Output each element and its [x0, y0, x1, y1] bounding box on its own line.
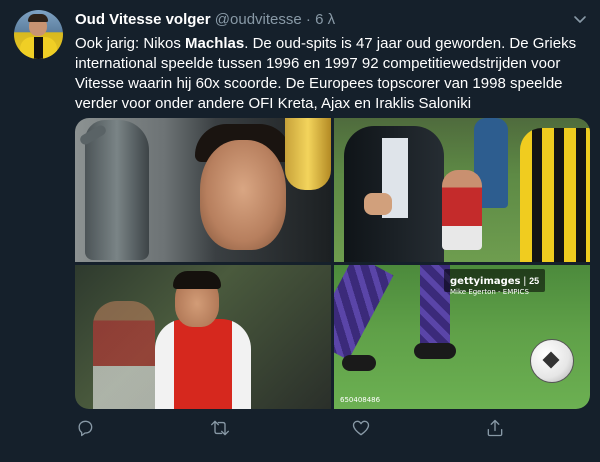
retweet-icon[interactable] — [209, 418, 231, 440]
tweet-text: Ook jarig: Nikos Machlas. De oud-spits i… — [75, 34, 590, 114]
watermark-logo: gettyimages — [450, 276, 521, 287]
reply-icon[interactable] — [75, 418, 97, 440]
user-handle[interactable]: @oudvitesse — [215, 11, 302, 28]
football — [530, 339, 574, 383]
display-name[interactable]: Oud Vitesse volger — [75, 11, 211, 28]
watermark-credit: Mike Egerton - EMPICS — [450, 288, 529, 296]
avatar[interactable] — [14, 10, 63, 59]
watermark-id: 650408486 — [340, 396, 381, 404]
tweet-actions — [75, 418, 515, 442]
watermark-separator: | — [523, 276, 527, 287]
media-grid: gettyimages | 25 Mike Egerton - EMPICS 650… — [75, 118, 590, 409]
tweet-header: Oud Vitesse volger @oudvitesse · 6 λ — [75, 11, 335, 29]
heart-icon[interactable] — [351, 418, 373, 440]
tweet-text-bold: Machlas — [185, 35, 245, 52]
separator-dot: · — [305, 11, 311, 28]
tweet-text-part1: Ook jarig: Nikos — [75, 35, 186, 52]
photo-ajax-player[interactable] — [75, 265, 331, 409]
tweet[interactable]: Oud Vitesse volger @oudvitesse · 6 λ Ook… — [0, 0, 600, 462]
photo-football-kick[interactable]: gettyimages | 25 Mike Egerton - EMPICS 650… — [334, 265, 590, 409]
photo-statue-portrait[interactable] — [75, 118, 331, 262]
chevron-down-icon[interactable] — [572, 11, 588, 27]
timestamp[interactable]: 6 λ — [315, 11, 335, 28]
share-icon[interactable] — [485, 418, 507, 440]
watermark-years: 25 — [529, 276, 540, 286]
photo-handshake[interactable] — [334, 118, 590, 262]
